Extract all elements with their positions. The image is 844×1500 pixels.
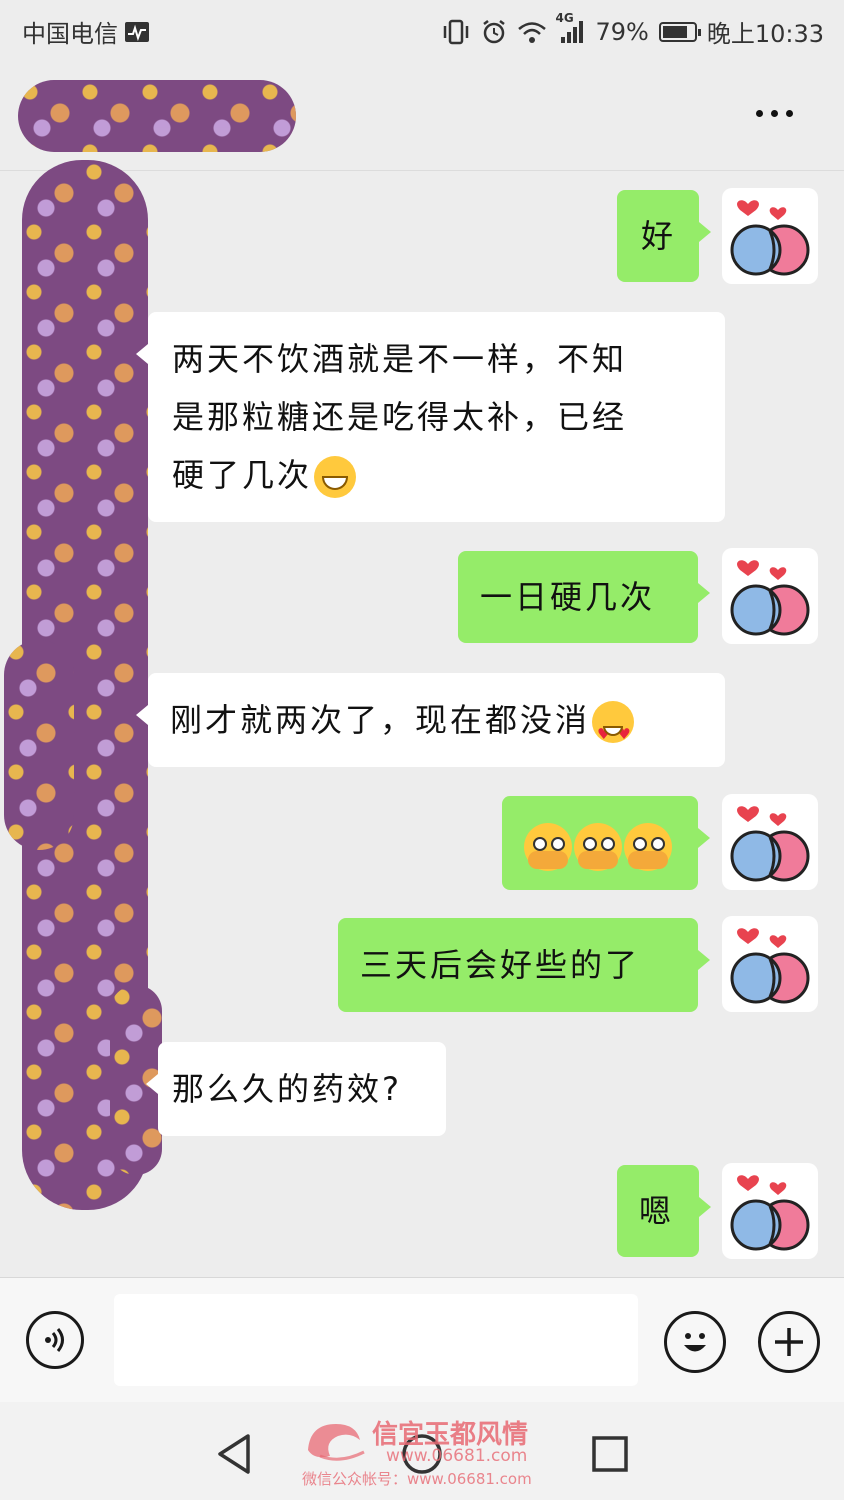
heart-eyes-face-icon [592,701,635,763]
carrier-label: 中国电信 [22,20,118,48]
clock: 晚上10:33 [706,20,824,48]
outgoing-message[interactable]: 好 [617,190,711,282]
redacted-scribble [4,640,74,850]
peeking-face-icon [574,823,622,871]
message-line: 是那粒糖还是吃得太补，已经 [172,398,628,436]
nav-back-button[interactable] [212,1432,256,1476]
couple-hearts-avatar-icon [730,1175,810,1251]
my-avatar[interactable] [722,188,818,284]
battery-percent: 79% [595,17,649,46]
voice-icon [45,1328,64,1352]
dot-icon [755,109,763,117]
couple-hearts-avatar-icon [730,200,810,276]
nav-recents-button[interactable] [588,1432,632,1476]
peeking-face-icon [524,823,572,871]
peeking-face-icon [624,823,672,871]
system-nav-bar: 信宜玉都风情 www.06681.com 微信公众帐号：www.06681.co… [0,1402,844,1500]
incoming-message[interactable]: 两天不饮酒就是不一样，不知 是那粒糖还是吃得太补，已经 硬了几次 [136,312,725,522]
message-line: 硬了几次 [172,446,725,504]
alarm-icon [481,19,507,45]
cell-signal-icon: 4G [555,11,585,45]
battery-icon [658,21,701,42]
activity-monitor-icon [124,21,150,43]
back-triangle-icon [218,1434,250,1474]
message-text: 一日硬几次 [480,578,656,616]
grinning-face-icon [314,456,357,498]
wifi-icon [517,20,547,44]
message-line: 两天不饮酒就是不一样，不知 [172,340,628,378]
couple-hearts-avatar-icon [730,560,810,636]
outgoing-message[interactable] [502,796,710,890]
couple-hearts-avatar-icon [730,928,810,1004]
my-avatar[interactable] [722,548,818,644]
watermark-logo-icon [308,1424,365,1461]
message-text: 三天后会好些的了 [360,946,641,984]
battery-fill [662,25,687,38]
message-text: 好 [641,217,677,255]
recents-square-icon [592,1436,628,1472]
watermark: 信宜玉都风情 www.06681.com 微信公众帐号：www.06681.co… [300,1414,550,1494]
more-functions-button[interactable] [758,1311,820,1373]
watermark-subtitle: 微信公众帐号：www.06681.com [302,1470,532,1488]
plus-icon [775,1328,803,1356]
my-avatar[interactable] [722,916,818,1012]
smiley-icon [684,1333,706,1352]
status-right: 4G 79% 晚上10:33 [441,11,824,49]
my-avatar[interactable] [722,794,818,890]
incoming-message[interactable]: 那么久的药效? [146,1042,446,1136]
message-text: 那么久的药效? [172,1070,402,1108]
voice-input-button[interactable] [26,1311,84,1369]
message-text: 刚才就两次了，现在都没消 [170,701,591,739]
chat-input-bar [0,1277,844,1403]
network-type-label: 4G [555,10,574,25]
outgoing-message[interactable]: 嗯 [617,1165,711,1257]
status-left: 中国电信 [22,14,150,49]
outgoing-message[interactable]: 三天后会好些的了 [338,918,710,1012]
couple-hearts-avatar-icon [730,806,810,882]
watermark-url: www.06681.com [386,1446,528,1466]
more-options-button[interactable] [744,88,804,138]
dot-icon [785,109,793,117]
dot-icon [770,109,778,117]
message-input[interactable] [114,1294,638,1386]
outgoing-message[interactable]: 一日硬几次 [458,551,710,643]
message-text: 嗯 [639,1192,675,1230]
emoji-button[interactable] [664,1311,726,1373]
vibrate-icon [441,19,471,45]
status-bar: 中国电信 4G 79% 晚上10:33 [0,0,844,58]
redacted-contact-name [18,80,296,152]
incoming-message[interactable]: 刚才就两次了，现在都没消 [136,673,725,767]
my-avatar[interactable] [722,1163,818,1259]
